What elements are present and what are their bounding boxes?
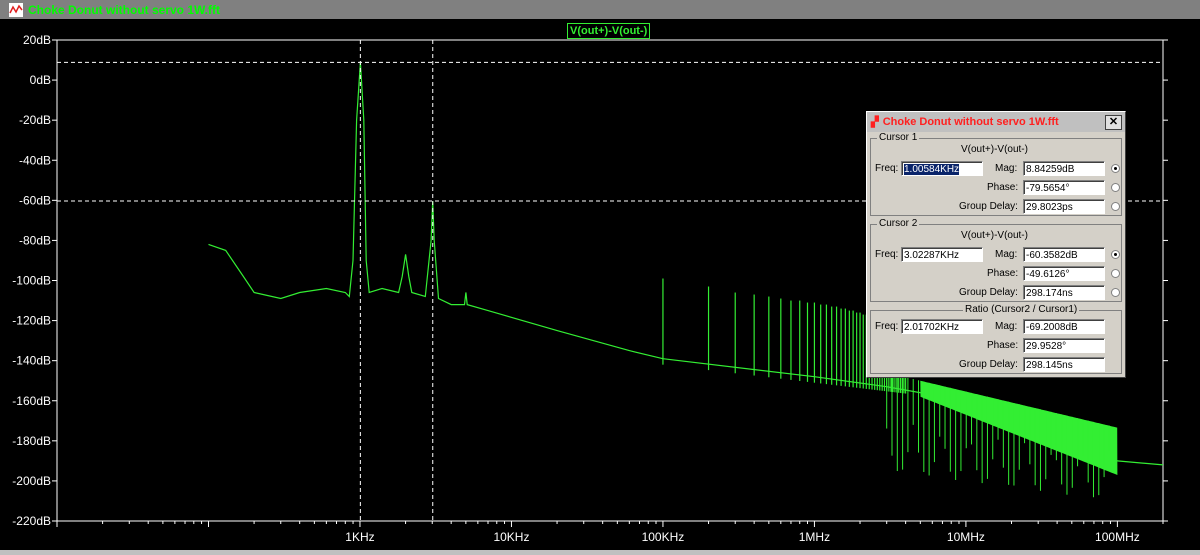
cursor2-mag-radio[interactable] xyxy=(1111,250,1120,259)
cursor2-phase-radio[interactable] xyxy=(1111,269,1120,278)
cursor1-gd-radio[interactable] xyxy=(1111,202,1120,211)
window-title: Choke Donut without servo 1W.fft xyxy=(28,2,220,17)
cursor2-group: Cursor 2 V(out+)-V(out-) Freq: 3.02287KH… xyxy=(870,218,1122,302)
ratio-mag-label: Mag: xyxy=(995,321,1018,332)
cursor2-freq-label: Freq: xyxy=(875,249,899,260)
cursor1-mag-field[interactable]: 8.84259dB xyxy=(1023,161,1105,176)
y-tick-label: -80dB xyxy=(19,233,51,247)
dialog-icon: ▞ xyxy=(871,116,879,128)
cursor2-mag-label: Mag: xyxy=(995,249,1018,260)
cursor1-group: Cursor 1 V(out+)-V(out-) Freq: 1.00584KH… xyxy=(870,132,1122,216)
ratio-mag-field[interactable]: -69.2008dB xyxy=(1023,319,1105,334)
y-tick-label: -180dB xyxy=(12,434,51,448)
cursor2-gd-label: Group Delay: xyxy=(959,287,1018,298)
cursor2-mag-field[interactable]: -60.3582dB xyxy=(1023,247,1105,262)
ratio-group-label: Ratio (Cursor2 / Cursor1) xyxy=(963,304,1080,315)
cursor2-gd-field[interactable]: 298.174ns xyxy=(1023,285,1105,300)
cursor1-mag-radio[interactable] xyxy=(1111,164,1120,173)
y-tick-label: -220dB xyxy=(12,514,51,528)
x-tick-label: 100MHz xyxy=(1095,530,1140,544)
cursor2-phase-field[interactable]: -49.6126° xyxy=(1023,266,1105,281)
dialog-close-button[interactable]: ✕ xyxy=(1105,114,1122,130)
cursor1-freq-value: 1.00584KHz xyxy=(904,164,960,175)
x-tick-label: 1KHz xyxy=(345,530,374,544)
y-tick-label: 0dB xyxy=(30,73,51,87)
cursor1-phase-label: Phase: xyxy=(987,182,1019,193)
y-tick-label: -120dB xyxy=(12,314,51,328)
y-tick-label: -40dB xyxy=(19,153,51,167)
y-tick-label: -200dB xyxy=(12,474,51,488)
cursor2-freq-input[interactable]: 3.02287KHz xyxy=(901,247,983,262)
cursor1-trace: V(out+)-V(out-) xyxy=(961,144,1028,155)
x-tick-label: 1MHz xyxy=(799,530,830,544)
ratio-gd-label: Group Delay: xyxy=(959,359,1018,370)
ratio-freq-label: Freq: xyxy=(875,321,899,332)
y-tick-label: -20dB xyxy=(19,113,51,127)
ratio-phase-field[interactable]: 29.9528° xyxy=(1023,338,1105,353)
ratio-group: Ratio (Cursor2 / Cursor1) Freq: 2.01702K… xyxy=(870,304,1122,374)
cursor-dialog[interactable]: ▞ Choke Donut without servo 1W.fft ✕ Cur… xyxy=(866,111,1126,378)
y-tick-label: 20dB xyxy=(23,33,51,47)
cursor1-phase-field[interactable]: -79.5654° xyxy=(1023,180,1105,195)
cursor2-gd-radio[interactable] xyxy=(1111,288,1120,297)
dialog-title: Choke Donut without servo 1W.fft xyxy=(882,116,1059,128)
y-tick-label: -60dB xyxy=(19,193,51,207)
cursor2-phase-label: Phase: xyxy=(987,268,1019,279)
ratio-phase-label: Phase: xyxy=(987,340,1019,351)
cursor1-mag-label: Mag: xyxy=(995,163,1018,174)
cursor2-group-label: Cursor 2 xyxy=(877,218,920,229)
y-tick-label: -100dB xyxy=(12,274,51,288)
y-tick-label: -140dB xyxy=(12,354,51,368)
cursor1-phase-radio[interactable] xyxy=(1111,183,1120,192)
window-titlebar[interactable]: Choke Donut without servo 1W.fft xyxy=(0,0,1200,19)
cursor2-trace: V(out+)-V(out-) xyxy=(961,230,1028,241)
cursor1-group-label: Cursor 1 xyxy=(877,132,920,143)
ratio-gd-field[interactable]: 298.145ns xyxy=(1023,357,1105,372)
cursor1-gd-field[interactable]: 29.8023ps xyxy=(1023,199,1105,214)
cursor1-gd-label: Group Delay: xyxy=(959,201,1018,212)
dialog-titlebar[interactable]: ▞ Choke Donut without servo 1W.fft ✕ xyxy=(867,112,1125,132)
x-tick-label: 10KHz xyxy=(493,530,529,544)
x-tick-label: 100KHz xyxy=(642,530,685,544)
trace-label[interactable]: V(out+)-V(out-) xyxy=(567,23,651,39)
cursor1-freq-label: Freq: xyxy=(875,163,899,174)
x-tick-label: 10MHz xyxy=(947,530,985,544)
y-tick-label: -160dB xyxy=(12,394,51,408)
cursor1-freq-input[interactable]: 1.00584KHz xyxy=(901,161,983,176)
waveform-app-icon xyxy=(8,1,24,18)
ratio-freq-field[interactable]: 2.01702KHz xyxy=(901,319,983,334)
